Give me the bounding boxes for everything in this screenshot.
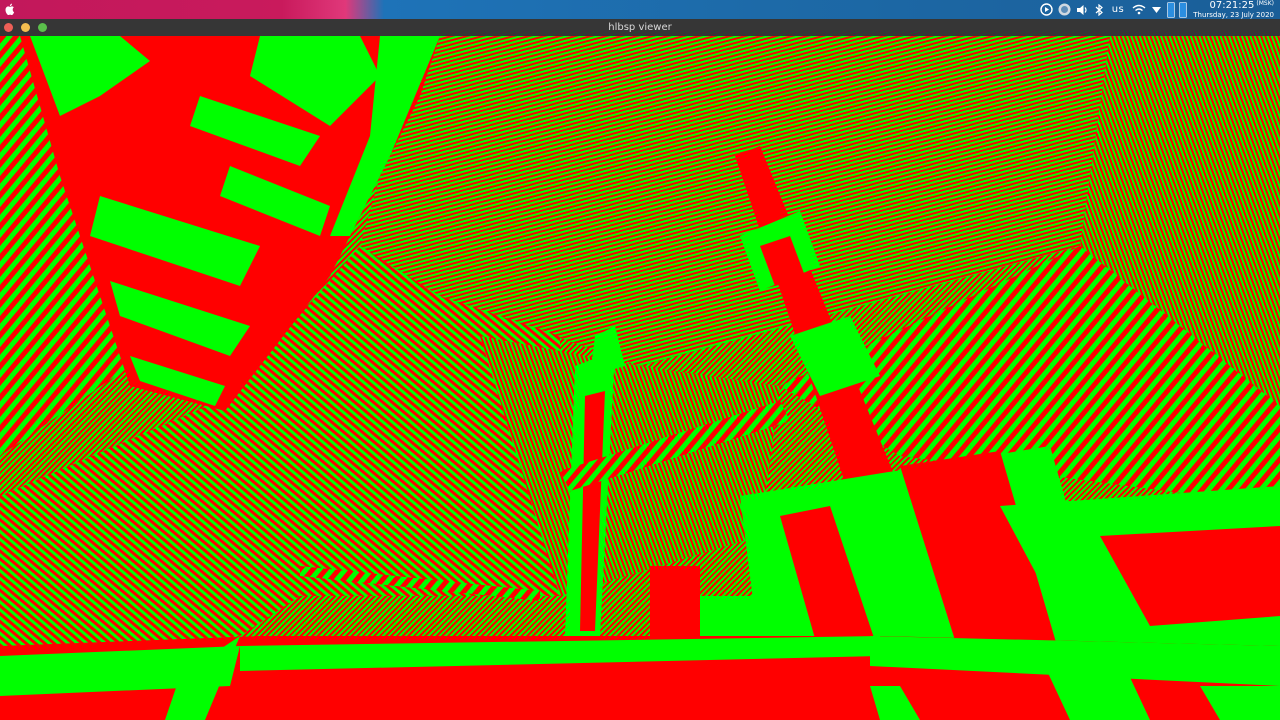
wifi-icon[interactable] bbox=[1131, 0, 1147, 19]
system-tray: us 07:21:25 (MSK) Thursday, 23 July 2020 bbox=[1020, 0, 1280, 19]
battery-icon[interactable] bbox=[1177, 0, 1188, 19]
bluetooth-icon[interactable] bbox=[1092, 0, 1106, 19]
keyboard-layout-indicator[interactable]: us bbox=[1108, 0, 1128, 19]
window-title: hlbsp viewer bbox=[608, 22, 672, 33]
render-viewport[interactable] bbox=[0, 36, 1280, 720]
apple-icon[interactable] bbox=[4, 2, 16, 16]
system-top-bar: us 07:21:25 (MSK) Thursday, 23 July 2020 bbox=[0, 0, 1280, 19]
battery-icon[interactable] bbox=[1165, 0, 1176, 19]
scene-canvas bbox=[0, 36, 1280, 720]
clock-timezone: (MSK) bbox=[1256, 0, 1274, 7]
volume-icon[interactable] bbox=[1074, 0, 1090, 19]
clock-date: Thursday, 23 July 2020 bbox=[1193, 11, 1274, 19]
back-block bbox=[650, 566, 700, 636]
app-icon[interactable] bbox=[1056, 0, 1072, 19]
close-button[interactable] bbox=[4, 23, 13, 32]
window-titlebar[interactable]: hlbsp viewer bbox=[0, 19, 1280, 36]
play-circle-icon[interactable] bbox=[1038, 0, 1054, 19]
triangle-down-icon[interactable] bbox=[1149, 0, 1163, 19]
clock-time: 07:21:25 bbox=[1209, 0, 1255, 11]
clock[interactable]: 07:21:25 (MSK) Thursday, 23 July 2020 bbox=[1193, 0, 1274, 19]
app-window: hlbsp viewer bbox=[0, 19, 1280, 720]
minimize-button[interactable] bbox=[21, 23, 30, 32]
maximize-button[interactable] bbox=[38, 23, 47, 32]
